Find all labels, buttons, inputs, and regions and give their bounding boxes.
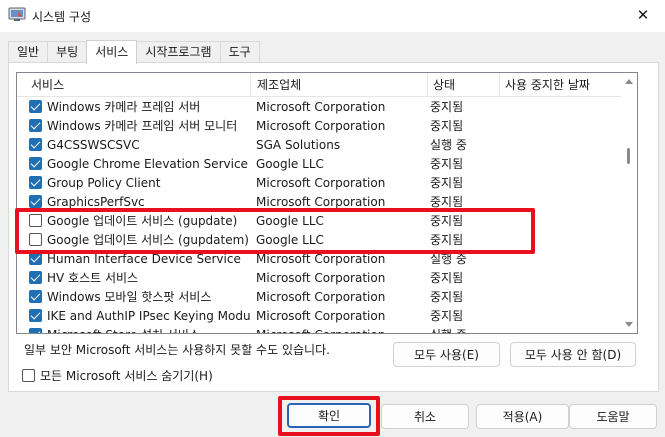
- service-vendor: Microsoft Corporation: [256, 251, 386, 266]
- hide-ms-services-checkbox[interactable]: 모든 Microsoft 서비스 숨기기(H): [22, 367, 213, 384]
- service-name: Google Chrome Elevation Service (...: [47, 156, 250, 171]
- service-status: 중지됨: [430, 119, 464, 133]
- ok-button[interactable]: 확인: [287, 403, 371, 428]
- service-vendor: Microsoft Corporation: [256, 99, 386, 114]
- service-row[interactable]: Google 업데이트 서비스 (gupdatem) Google LLC 중지됨: [17, 230, 622, 249]
- service-row[interactable]: Windows 모바일 핫스팟 서비스 Microsoft Corporation…: [17, 287, 622, 306]
- service-row[interactable]: Group Policy Client Microsoft Corporation…: [17, 173, 622, 192]
- services-list[interactable]: 서비스 제조업체 상태 사용 중지한 날짜 Windows 카메라 프레임 서버…: [16, 72, 638, 334]
- service-checkbox[interactable]: [29, 271, 42, 284]
- service-row[interactable]: Windows 카메라 프레임 서버 Microsoft Corporation 중…: [17, 97, 622, 116]
- title-bar: 시스템 구성 ✕: [0, 0, 665, 32]
- close-icon: ✕: [636, 6, 650, 24]
- service-name: GraphicsPerfSvc: [47, 194, 145, 209]
- service-name: Group Policy Client: [47, 175, 161, 190]
- service-name: Windows 카메라 프레임 서버: [47, 100, 201, 114]
- service-status: 중지됨: [430, 290, 464, 304]
- service-vendor: Microsoft Corporation: [256, 175, 386, 190]
- service-vendor: Microsoft Corporation: [256, 289, 386, 304]
- service-name: Google 업데이트 서비스 (gupdate): [47, 214, 238, 228]
- service-checkbox[interactable]: [29, 119, 42, 132]
- window-title: 시스템 구성: [32, 10, 92, 24]
- service-status: 중지됨: [430, 195, 464, 209]
- cancel-button[interactable]: 취소: [381, 404, 469, 429]
- service-status: 중지됨: [430, 100, 464, 114]
- service-row[interactable]: Google Chrome Elevation Service (... Goog…: [17, 154, 622, 173]
- service-rows: Windows 카메라 프레임 서버 Microsoft Corporation 중…: [17, 97, 622, 334]
- service-checkbox[interactable]: [29, 328, 42, 333]
- vertical-scrollbar[interactable]: [621, 73, 637, 333]
- service-name: Human Interface Device Service: [47, 251, 241, 266]
- service-checkbox[interactable]: [29, 157, 42, 170]
- service-status: 중지됨: [430, 176, 464, 190]
- msconfig-app-icon: [8, 7, 26, 23]
- security-notice: 일부 보안 Microsoft 서비스는 사용하지 못할 수도 있습니다.: [24, 343, 330, 357]
- disable-all-button[interactable]: 모두 사용 안 함(D): [510, 342, 636, 367]
- service-row[interactable]: Microsoft Store 설치 서비스Microsoft Corporat…: [17, 325, 622, 334]
- service-status: 실행 중: [430, 252, 467, 266]
- service-status: 중지됨: [430, 271, 464, 285]
- column-header-vendor[interactable]: 제조업체: [251, 73, 428, 97]
- service-row[interactable]: IKE and AuthIP IPsec Keying Modules Micro…: [17, 306, 622, 325]
- service-name: IKE and AuthIP IPsec Keying Modules: [47, 308, 250, 323]
- service-vendor: SGA Solutions: [256, 137, 341, 152]
- service-checkbox[interactable]: [29, 290, 42, 303]
- service-status: 실행 중: [428, 326, 500, 333]
- service-row[interactable]: Google 업데이트 서비스 (gupdate) Google LLC 중지됨: [17, 211, 622, 230]
- service-row[interactable]: GraphicsPerfSvc Microsoft Corporation 중지됨: [17, 192, 622, 211]
- list-header: 서비스 제조업체 상태 사용 중지한 날짜: [17, 73, 622, 97]
- tab-tools[interactable]: 도구: [219, 41, 260, 63]
- service-vendor: Google LLC: [256, 232, 324, 247]
- hide-ms-checkbox-box[interactable]: [22, 369, 35, 382]
- service-name: G4CSSWSCSVC: [47, 137, 140, 152]
- column-header-service[interactable]: 서비스: [17, 73, 251, 97]
- hide-ms-label: 모든 Microsoft 서비스 숨기기(H): [40, 369, 213, 383]
- service-checkbox[interactable]: [29, 252, 42, 265]
- service-name: Google 업데이트 서비스 (gupdatem): [47, 233, 249, 247]
- service-vendor: Microsoft Corporation: [256, 270, 386, 285]
- enable-all-button[interactable]: 모두 사용(E): [393, 342, 500, 367]
- service-checkbox[interactable]: [29, 309, 42, 322]
- service-status: 중지됨: [430, 309, 464, 323]
- service-checkbox[interactable]: [29, 214, 42, 227]
- service-status: 실행 중: [430, 138, 467, 152]
- service-name: Microsoft Store 설치 서비스: [47, 326, 250, 333]
- scroll-thumb[interactable]: [627, 148, 630, 164]
- column-header-status[interactable]: 상태: [428, 73, 500, 97]
- scroll-down-icon[interactable]: [625, 322, 633, 327]
- service-name: Windows 카메라 프레임 서버 모니터: [47, 119, 238, 133]
- column-header-disabled-date[interactable]: 사용 중지한 날짜: [500, 73, 622, 97]
- service-status: 중지됨: [430, 157, 464, 171]
- tab-strip: 일반 부팅 서비스 시작프로그램 도구: [8, 40, 260, 64]
- service-vendor: Microsoft Corporation: [250, 328, 428, 334]
- service-checkbox[interactable]: [29, 100, 42, 113]
- service-status: 중지됨: [430, 214, 464, 228]
- service-status: 중지됨: [430, 233, 464, 247]
- service-row[interactable]: HV 호스트 서비스 Microsoft Corporation 중지됨: [17, 268, 622, 287]
- tab-startup[interactable]: 시작프로그램: [136, 41, 221, 63]
- service-vendor: Microsoft Corporation: [256, 118, 386, 133]
- service-row[interactable]: Windows 카메라 프레임 서버 모니터 Microsoft Corporat…: [17, 116, 622, 135]
- service-vendor: Google LLC: [256, 156, 324, 171]
- tab-general[interactable]: 일반: [8, 41, 49, 63]
- service-name: HV 호스트 서비스: [47, 271, 139, 285]
- service-vendor: Microsoft Corporation: [256, 194, 386, 209]
- service-checkbox[interactable]: [29, 233, 42, 246]
- service-vendor: Google LLC: [256, 213, 324, 228]
- service-checkbox[interactable]: [29, 176, 42, 189]
- help-button[interactable]: 도움말: [569, 404, 657, 429]
- service-row[interactable]: Human Interface Device Service Microsoft …: [17, 249, 622, 268]
- tab-services[interactable]: 서비스: [86, 40, 138, 64]
- apply-button[interactable]: 적용(A): [476, 404, 569, 429]
- service-name: Windows 모바일 핫스팟 서비스: [47, 290, 212, 304]
- service-vendor: Microsoft Corporation: [256, 308, 386, 323]
- close-button[interactable]: ✕: [621, 0, 665, 30]
- service-row[interactable]: G4CSSWSCSVC SGA Solutions 실행 중: [17, 135, 622, 154]
- scroll-up-icon[interactable]: [625, 79, 633, 84]
- service-checkbox[interactable]: [29, 138, 42, 151]
- service-checkbox[interactable]: [29, 195, 42, 208]
- tab-boot[interactable]: 부팅: [47, 41, 88, 63]
